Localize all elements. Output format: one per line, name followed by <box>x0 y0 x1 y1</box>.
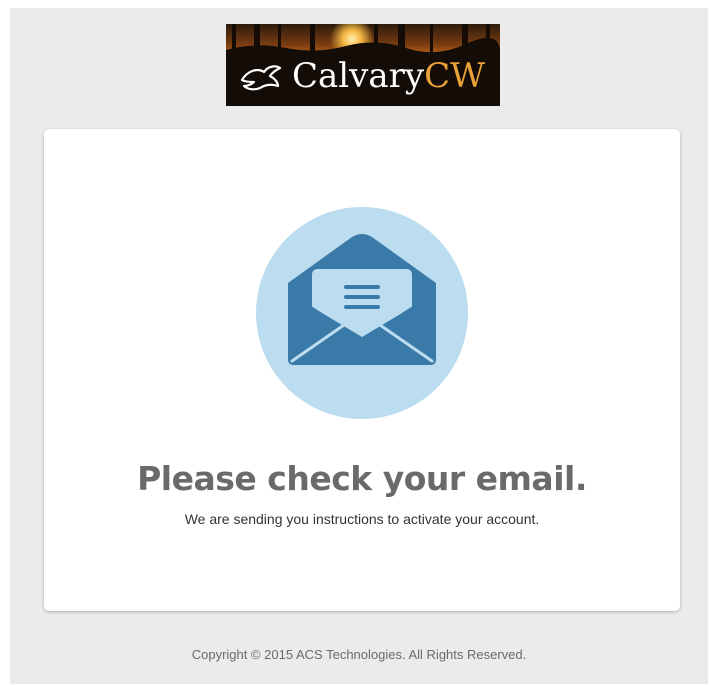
confirmation-message: We are sending you instructions to activ… <box>184 511 540 527</box>
dove-icon <box>240 65 282 91</box>
calvary-logo: CalvaryCW <box>226 24 500 106</box>
brand-name-part1: Calvary <box>292 56 425 96</box>
copyright-footer: Copyright © 2015 ACS Technologies. All R… <box>191 647 527 662</box>
open-envelope-icon <box>256 207 468 419</box>
confirmation-card: Please check your email. We are sending … <box>44 129 680 611</box>
brand-wordmark: CalvaryCW <box>292 56 485 96</box>
brand-name-part2: CW <box>424 56 486 96</box>
confirmation-title: Please check your email. <box>137 459 587 498</box>
